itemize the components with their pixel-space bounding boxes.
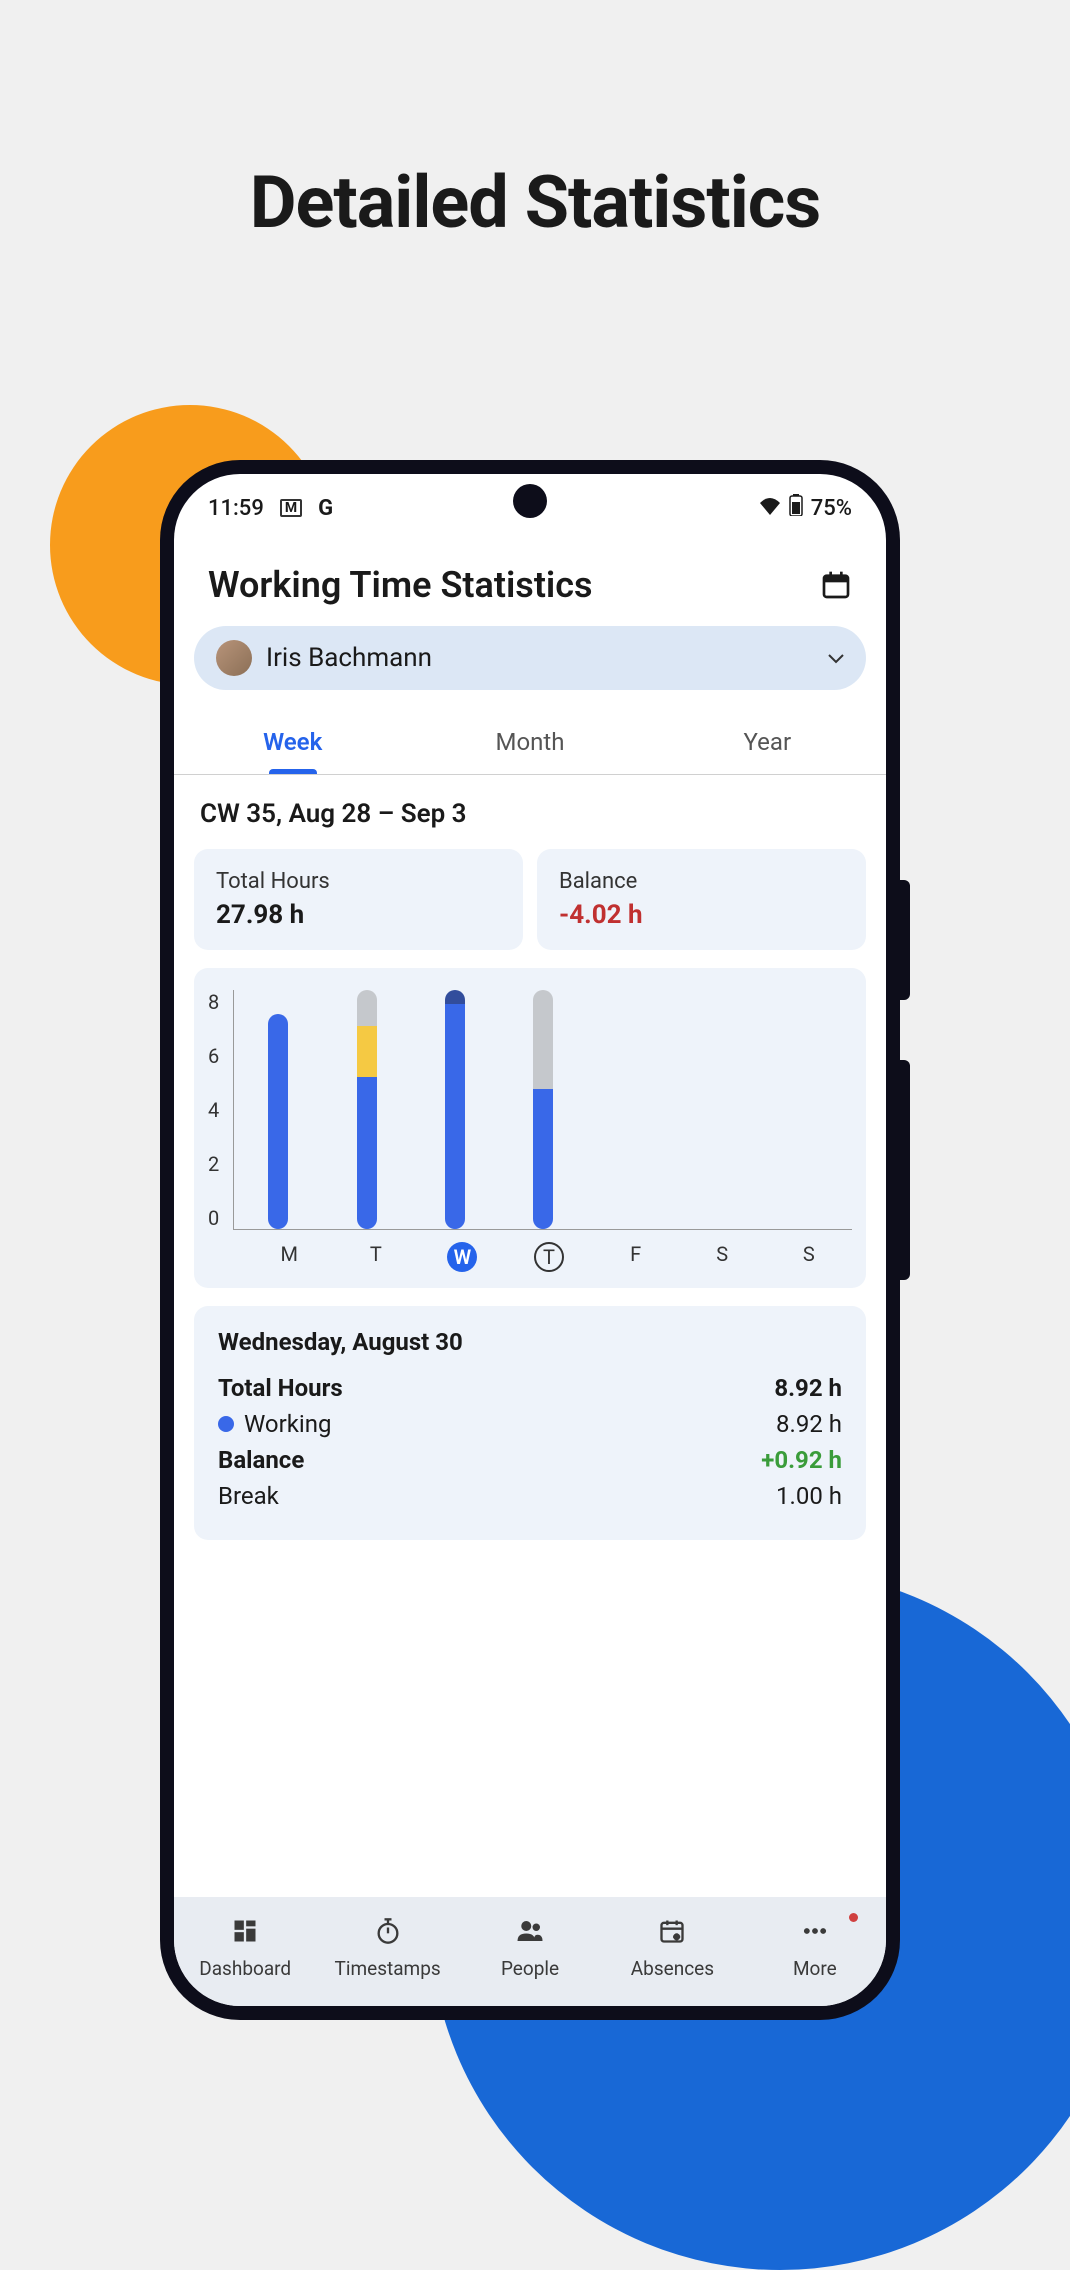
chart-bar[interactable] [764,990,852,1229]
battery-percent: 75% [811,496,852,521]
chart-x-label[interactable]: S [679,1242,766,1272]
nav-people[interactable]: People [459,1915,601,1980]
tab-week[interactable]: Week [174,710,411,774]
tab-year[interactable]: Year [649,710,886,774]
nav-timestamps[interactable]: Timestamps [316,1915,458,1980]
chart-x-label[interactable]: T [333,1242,420,1272]
chevron-down-icon [828,649,844,668]
chart-bars [233,990,852,1230]
total-hours-value: 27.98 h [216,900,501,930]
period-label: CW 35, Aug 28 – Sep 3 [194,799,866,849]
balance-value: -4.02 h [559,900,844,930]
chart-x-label[interactable]: S [765,1242,852,1272]
phone-side-button [900,1060,910,1280]
calendar-icon[interactable] [820,569,852,601]
chart-bar[interactable] [587,990,675,1229]
balance-label: Balance [559,869,844,894]
phone-frame: 11:59 M G 75% Working Time Statistics [160,460,900,2020]
content-area: CW 35, Aug 28 – Sep 3 Total Hours 27.98 … [174,775,886,1897]
chart-bar[interactable] [234,990,322,1229]
nav-dashboard[interactable]: Dashboard [174,1915,316,1980]
total-hours-card[interactable]: Total Hours 27.98 h [194,849,523,950]
chart-bar[interactable] [323,990,411,1229]
chart-x-label[interactable]: F [592,1242,679,1272]
wifi-icon [759,496,781,521]
battery-icon [789,494,803,522]
chart-bar[interactable] [676,990,764,1229]
chart-bar[interactable] [411,990,499,1229]
stopwatch-icon [372,1915,404,1947]
people-icon [514,1915,546,1947]
user-name: Iris Bachmann [266,643,814,673]
screen-title: Working Time Statistics [208,564,593,606]
chart-bar[interactable] [499,990,587,1229]
phone-screen: 11:59 M G 75% Working Time Statistics [174,474,886,2006]
chart-x-label[interactable]: T [506,1242,593,1272]
phone-camera-notch [513,484,547,518]
user-selector[interactable]: Iris Bachmann [194,626,866,690]
detail-working-row: Working 8.92 h [218,1410,842,1438]
bottom-nav: Dashboard Timestamps People Absences [174,1897,886,2006]
nav-absences[interactable]: Absences [601,1915,743,1980]
tab-month[interactable]: Month [411,710,648,774]
period-tabs: Week Month Year [174,710,886,775]
detail-balance-row: Balance +0.92 h [218,1446,842,1474]
chart-x-label[interactable]: M [246,1242,333,1272]
notification-dot-icon [849,1913,858,1922]
app-header: Working Time Statistics [174,534,886,626]
google-icon: G [318,496,333,521]
total-hours-label: Total Hours [216,869,501,894]
phone-side-button [900,880,910,1000]
status-time: 11:59 [208,496,264,521]
gmail-icon: M [280,499,302,517]
week-chart[interactable]: 8 6 4 2 0 MTWTFSS [194,968,866,1288]
page-title: Detailed Statistics [0,160,1070,245]
chart-x-axis: MTWTFSS [246,1242,852,1272]
day-detail-title: Wednesday, August 30 [218,1328,842,1356]
balance-card[interactable]: Balance -4.02 h [537,849,866,950]
detail-total-row: Total Hours 8.92 h [218,1374,842,1402]
chart-x-label[interactable]: W [419,1242,506,1272]
avatar [216,640,252,676]
dashboard-icon [229,1915,261,1947]
nav-more[interactable]: More [744,1915,886,1980]
chart-y-axis: 8 6 4 2 0 [208,990,233,1230]
more-icon [799,1915,831,1947]
detail-break-row: Break 1.00 h [218,1482,842,1510]
absences-icon [656,1915,688,1947]
day-detail-card: Wednesday, August 30 Total Hours 8.92 h … [194,1306,866,1540]
